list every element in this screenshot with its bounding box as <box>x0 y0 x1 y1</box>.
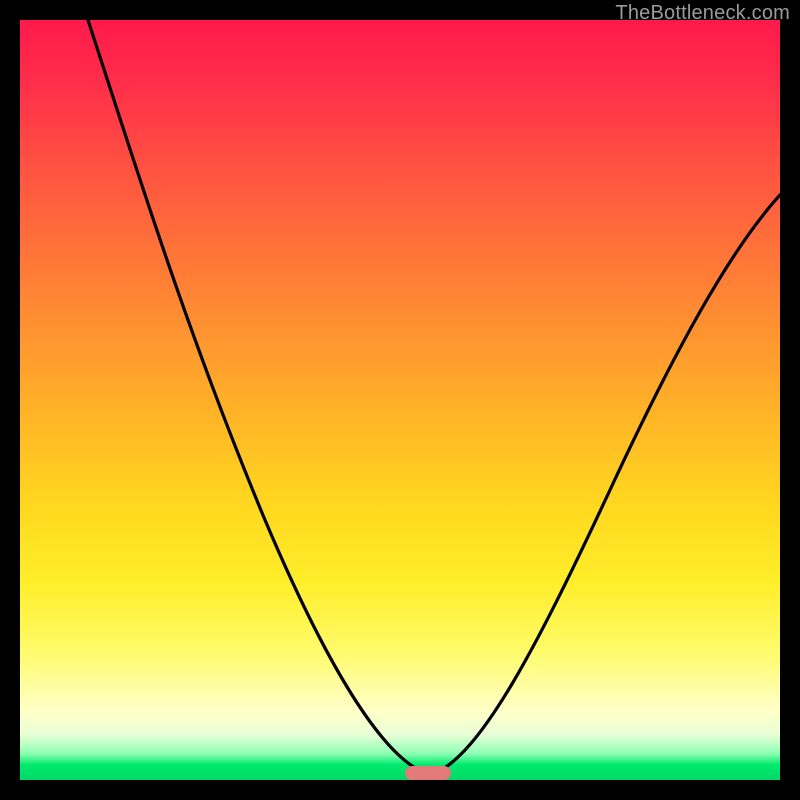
chart-frame: TheBottleneck.com <box>0 0 800 800</box>
plot-area <box>20 20 780 780</box>
bottleneck-curve <box>88 20 780 775</box>
watermark-text: TheBottleneck.com <box>615 2 790 25</box>
optimal-marker <box>405 766 451 780</box>
curve-svg <box>20 20 780 780</box>
